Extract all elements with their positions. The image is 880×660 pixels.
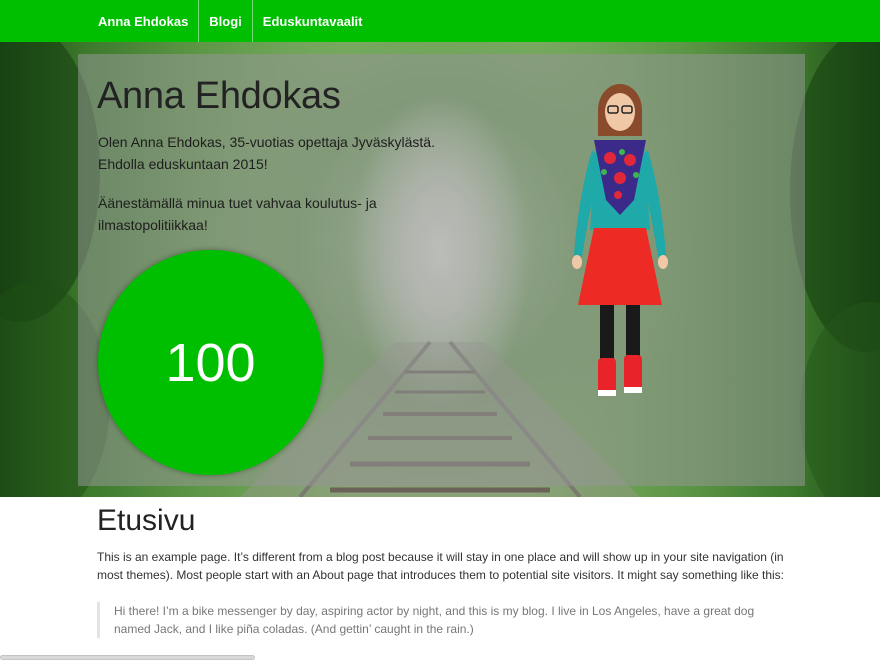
page-body-text: This is an example page. It’s different … [97,550,784,582]
nav-item-eduskuntavaalit[interactable]: Eduskuntavaalit [253,0,373,42]
hero-intro-text: Olen Anna Ehdokas, 35-vuotias opettaja J… [98,134,435,172]
page-blockquote: Hi there! I’m a bike messenger by day, a… [97,602,787,638]
vote-counter-circle[interactable]: 100 [98,250,323,475]
candidate-photo [572,84,668,396]
top-navbar: Anna Ehdokas Blogi Eduskuntavaalit [0,0,880,42]
nav-brand-link[interactable]: Anna Ehdokas [88,0,200,42]
vote-counter-value: 100 [165,332,256,393]
hero-pitch-text: Äänestämällä minua tuet vahvaa koulutus-… [98,195,377,233]
hero-title: Anna Ehdokas [97,75,341,117]
horizontal-scrollbar[interactable] [0,655,255,660]
nav-item-blogi[interactable]: Blogi [199,0,253,42]
page-title: Etusivu [97,504,196,537]
